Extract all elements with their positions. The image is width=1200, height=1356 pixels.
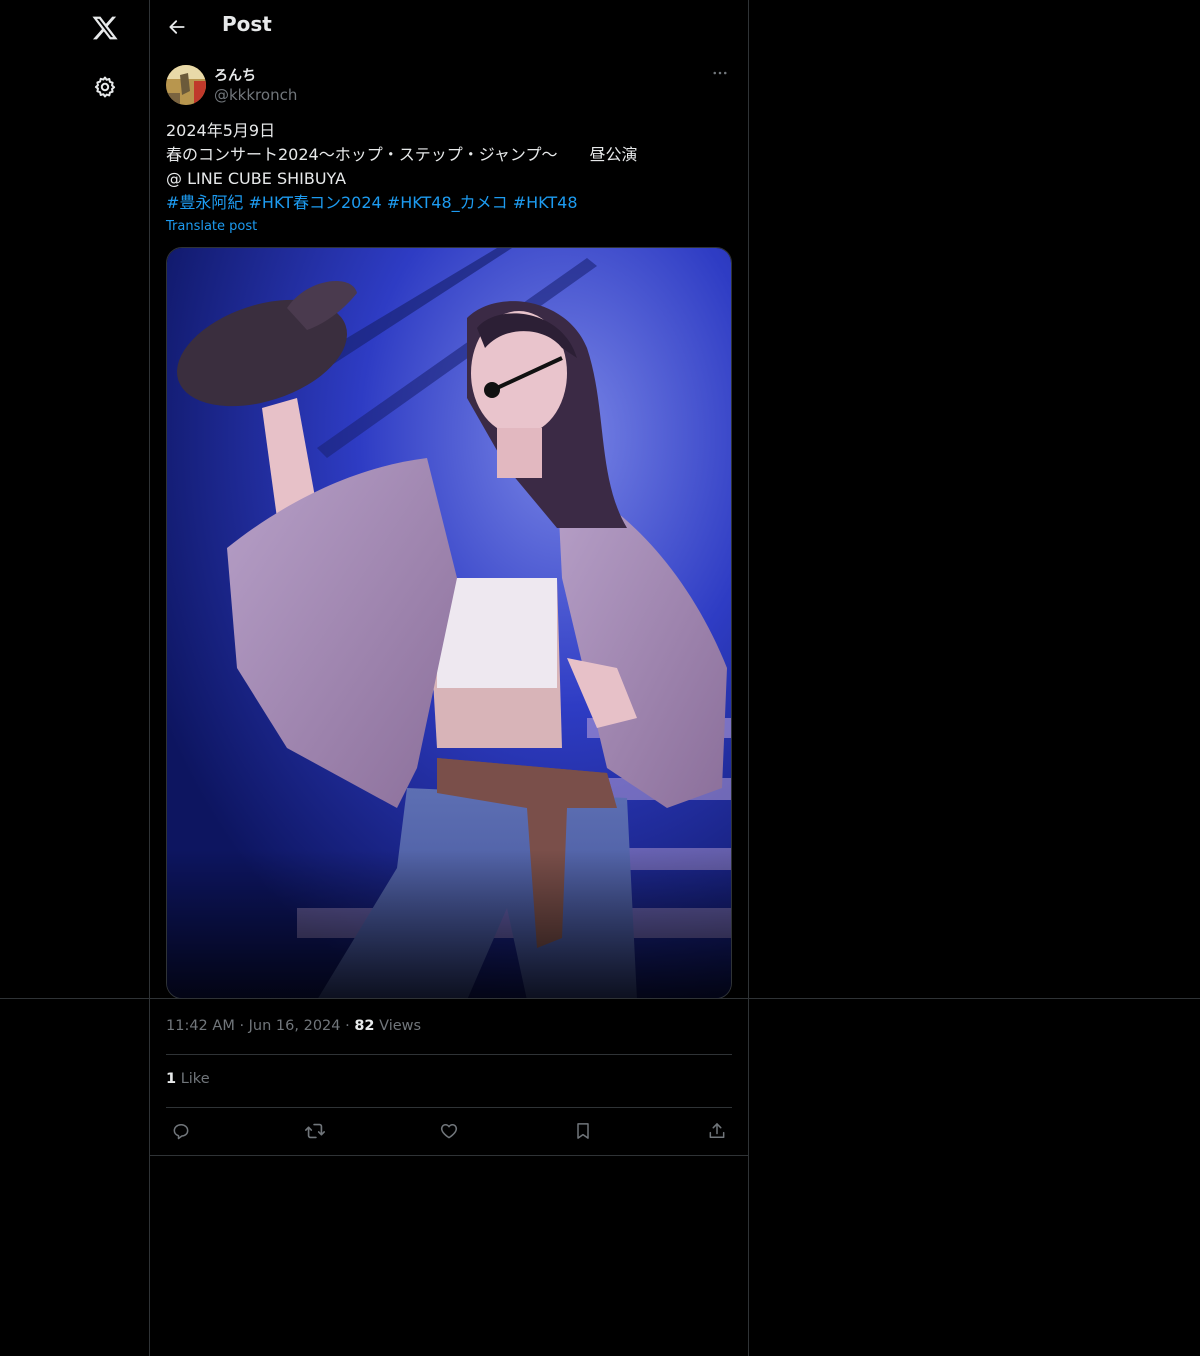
post-photo[interactable] [166, 247, 732, 999]
avatar[interactable] [166, 65, 206, 105]
share-icon [709, 1123, 725, 1138]
author-handle[interactable]: @kkkronch [214, 86, 297, 104]
back-button[interactable] [164, 14, 190, 40]
post-author: ろんち @kkkronch [166, 64, 732, 106]
divider [150, 1155, 748, 1156]
post-actions [166, 1119, 732, 1143]
divider [166, 1107, 732, 1108]
post-time[interactable]: 11:42 AM [166, 1018, 235, 1034]
viewport-divider [0, 998, 1200, 999]
post-column: Post ろんち @kkkronch 2024年5月9日 春のコンサート2024… [150, 0, 748, 1356]
hashtag-list: #豊永阿紀 #HKT春コン2024 #HKT48_カメコ #HKT48 [166, 191, 732, 215]
hashtag-link[interactable]: #HKT48 [513, 193, 578, 212]
post-text-line: 春のコンサート2024〜ホップ・ステップ・ジャンプ〜 昼公演 [166, 145, 638, 164]
share-button[interactable] [705, 1119, 729, 1143]
views-count: 82 [354, 1018, 375, 1034]
post-metadata: 11:42 AM · Jun 16, 2024 · 82 Views [166, 1018, 421, 1034]
bookmark-icon [577, 1123, 589, 1139]
reply-icon [173, 1124, 189, 1140]
likes-label: Like [180, 1071, 210, 1087]
translate-post-link[interactable]: Translate post [166, 219, 257, 234]
column-divider-right [748, 0, 749, 1356]
post-date[interactable]: Jun 16, 2024 [249, 1018, 341, 1034]
meta-separator: · [345, 1018, 350, 1034]
post-header: Post [150, 0, 748, 53]
repost-button[interactable] [303, 1119, 327, 1143]
left-nav [0, 0, 149, 1356]
hashtag-link[interactable]: #豊永阿紀 [166, 193, 243, 212]
arrow-left-icon [169, 20, 185, 34]
likes-stat[interactable]: 1 Like [166, 1071, 210, 1087]
views-label: Views [379, 1018, 422, 1034]
hashtag-link[interactable]: #HKT48_カメコ [387, 193, 508, 212]
bookmark-button[interactable] [571, 1119, 595, 1143]
repost-icon [305, 1123, 325, 1139]
more-options-button[interactable] [708, 64, 732, 86]
reply-button[interactable] [169, 1119, 193, 1143]
author-display-name[interactable]: ろんち [214, 65, 256, 85]
likes-count: 1 [166, 1071, 177, 1087]
hashtag-link[interactable]: #HKT春コン2024 [249, 193, 382, 212]
heart-icon [440, 1124, 458, 1139]
post-text-line: 2024年5月9日 [166, 121, 276, 140]
post-text-line: @ LINE CUBE SHIBUYA [166, 169, 347, 188]
meta-separator: · [239, 1018, 245, 1034]
page-title: Post [222, 12, 272, 36]
divider [166, 1054, 732, 1055]
gear-icon[interactable] [93, 75, 117, 99]
more-horizontal-icon [713, 71, 727, 75]
post-body: 2024年5月9日 春のコンサート2024〜ホップ・ステップ・ジャンプ〜 昼公演… [166, 119, 732, 215]
x-logo-icon[interactable] [90, 14, 120, 42]
like-button[interactable] [437, 1119, 461, 1143]
